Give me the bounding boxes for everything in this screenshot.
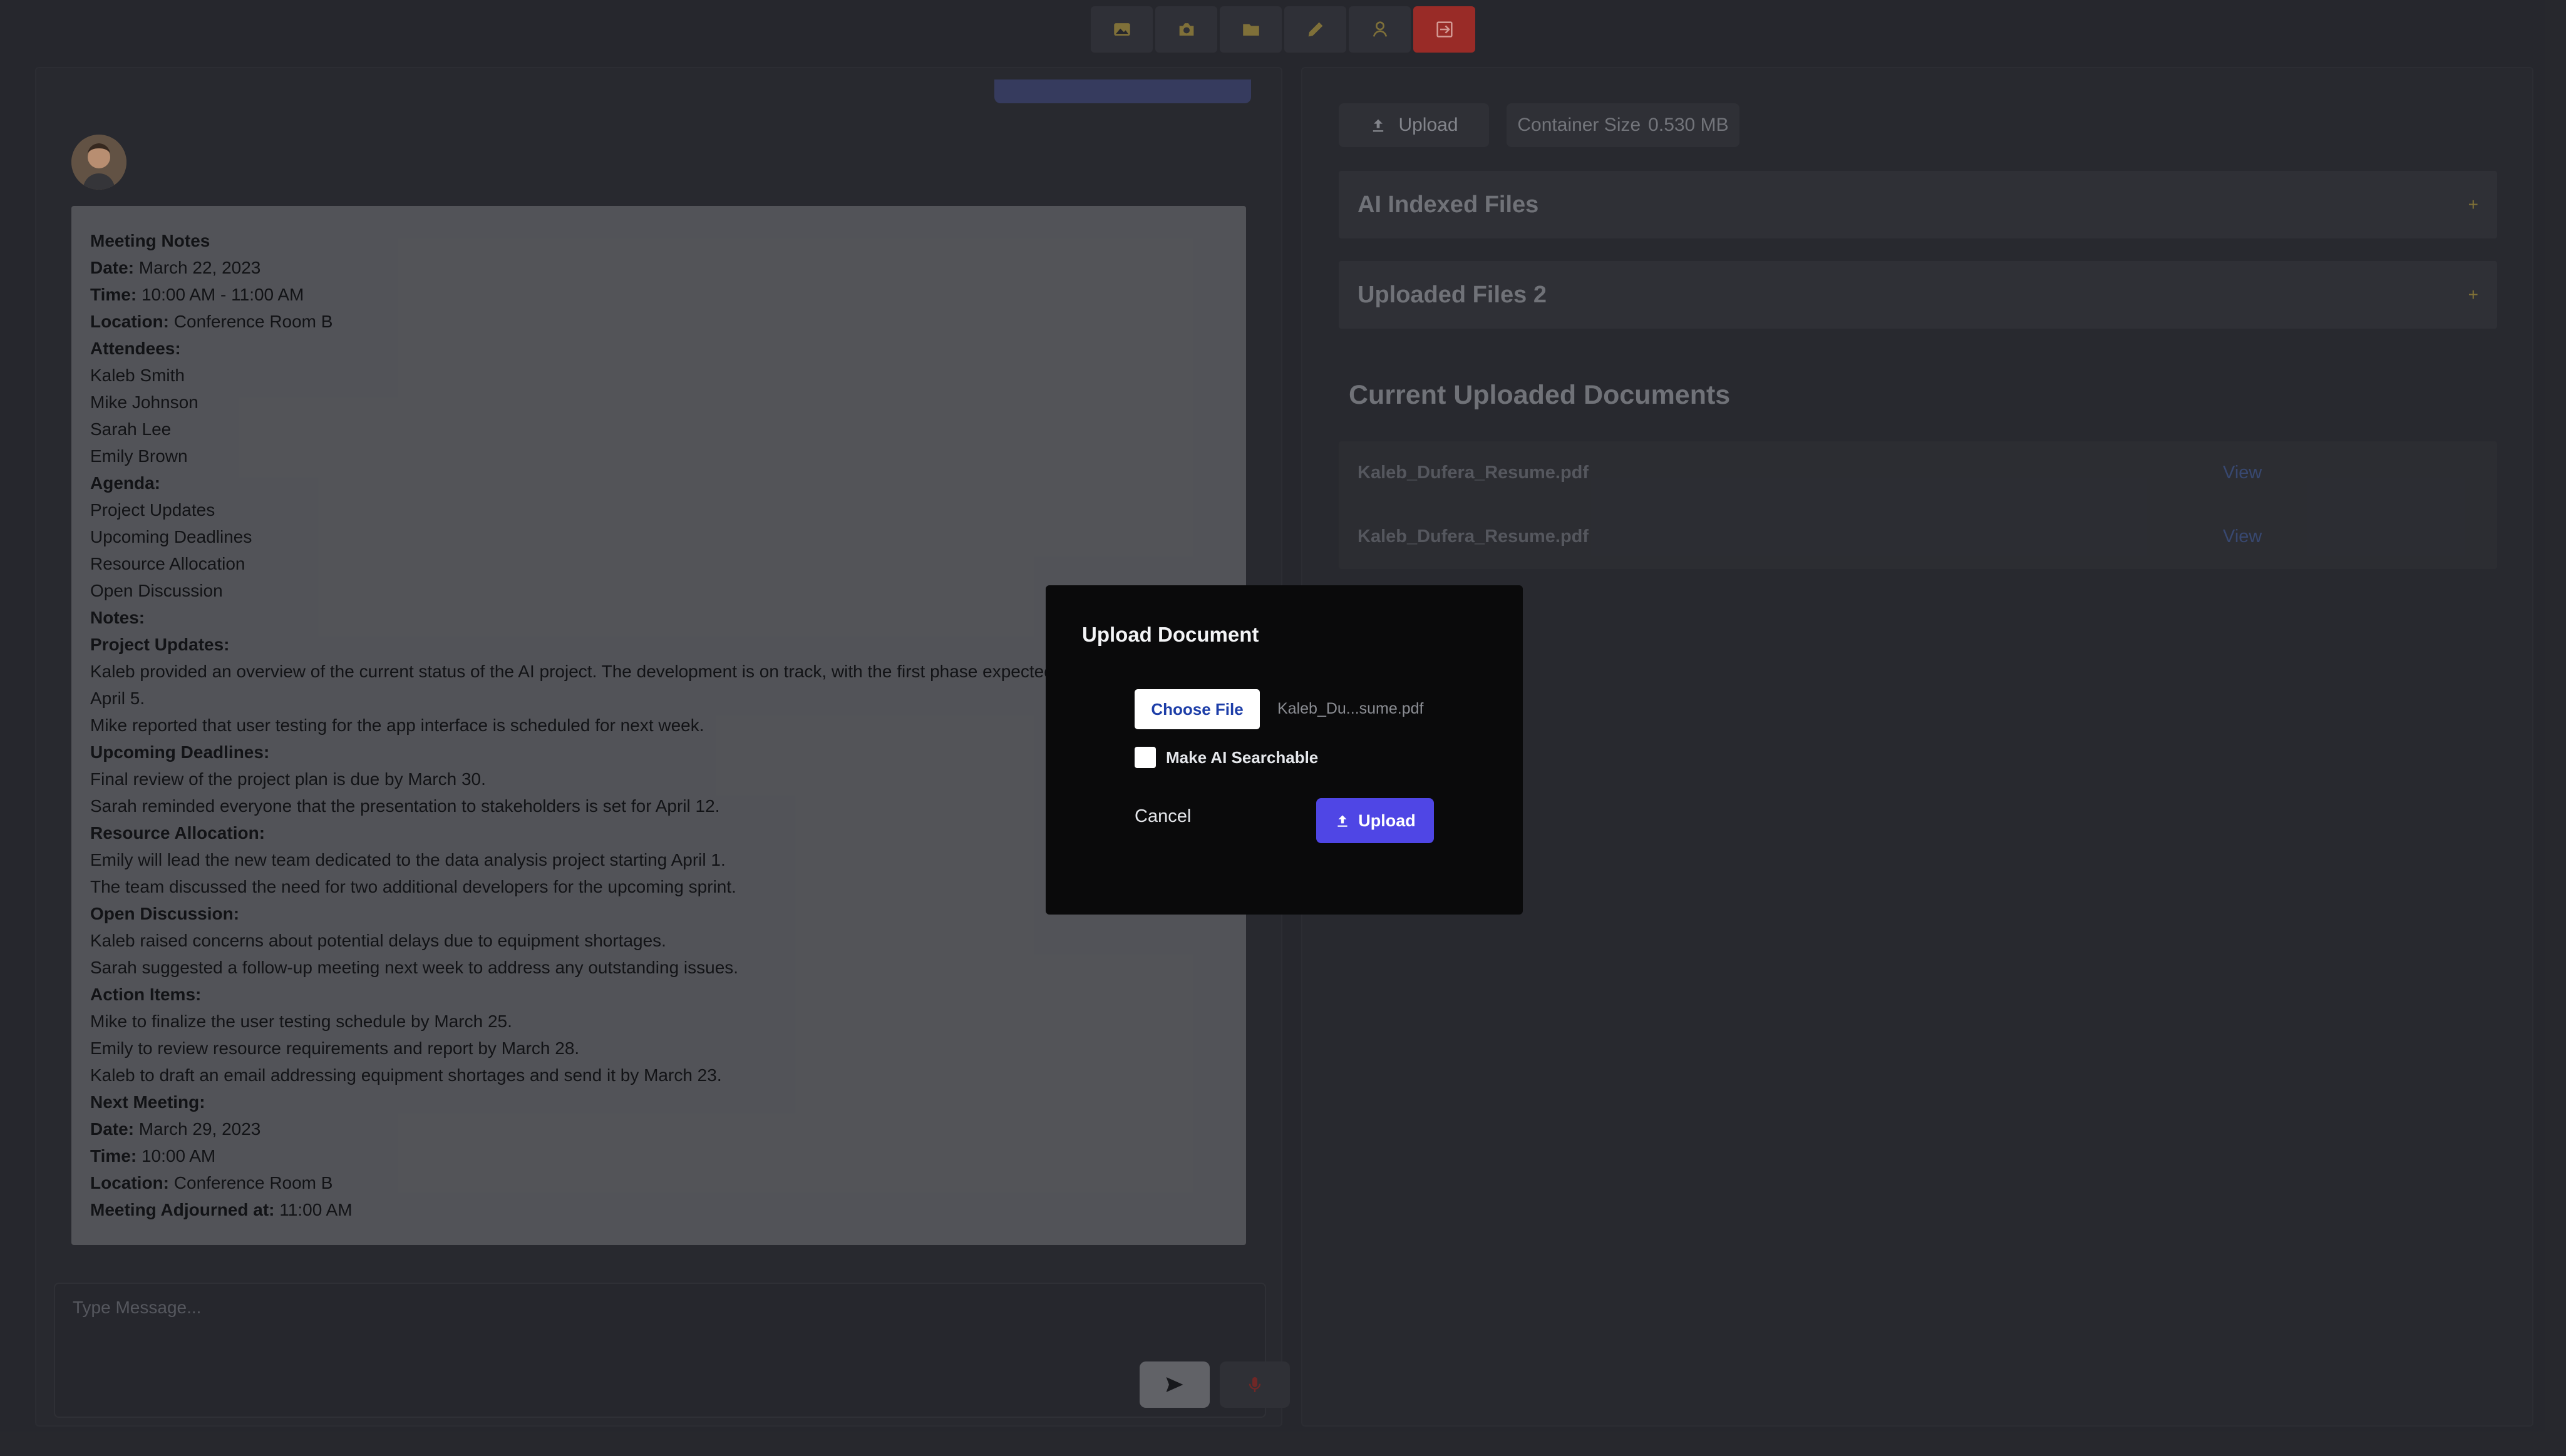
cancel-button[interactable]: Cancel xyxy=(1135,806,1191,827)
modal-title: Upload Document xyxy=(1082,623,1259,646)
ai-searchable-label[interactable]: Make AI Searchable xyxy=(1166,748,1318,767)
choose-file-button[interactable]: Choose File xyxy=(1135,689,1260,729)
upload-document-modal: Upload Document Choose File Kaleb_Du...s… xyxy=(1046,585,1523,915)
ai-searchable-checkbox[interactable] xyxy=(1135,747,1156,768)
modal-upload-label: Upload xyxy=(1358,811,1416,830)
selected-file-name: Kaleb_Du...sume.pdf xyxy=(1277,700,1424,717)
upload-icon xyxy=(1337,815,1347,827)
modal-upload-button[interactable]: Upload xyxy=(1316,798,1434,843)
